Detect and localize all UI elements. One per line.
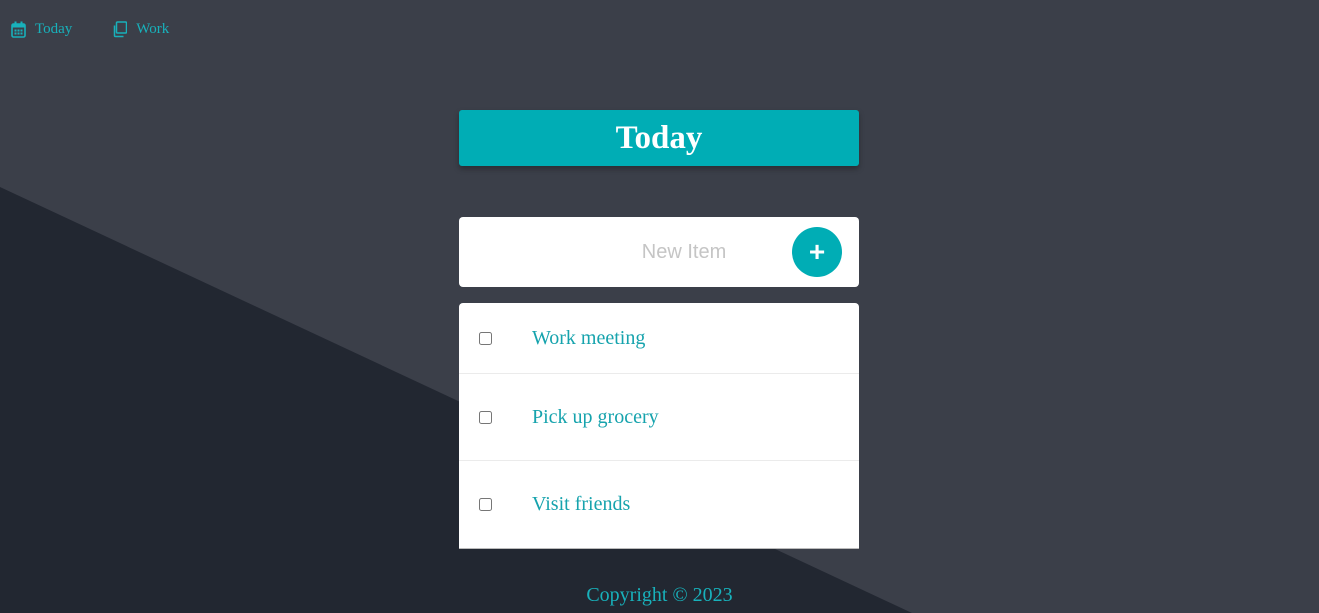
new-item-form: + — [459, 217, 859, 287]
new-item-input[interactable] — [559, 234, 809, 270]
list-title-box: Today — [459, 110, 859, 166]
nav-link-today[interactable]: Today — [11, 21, 72, 38]
footer: Copyright © 2023 — [0, 584, 1319, 607]
todo-list: Work meeting Pick up grocery Visit frien… — [459, 303, 859, 548]
top-nav: Today Work — [11, 21, 169, 38]
nav-link-work[interactable]: Work — [112, 21, 169, 38]
todo-item-label: Work meeting — [532, 326, 646, 349]
add-item-button[interactable]: + — [792, 227, 842, 277]
calendar-icon — [11, 21, 26, 38]
todo-checkbox[interactable] — [479, 410, 492, 424]
todo-item: Pick up grocery — [459, 374, 859, 461]
todo-item-label: Pick up grocery — [532, 405, 659, 428]
copyright-text: Copyright © 2023 — [586, 584, 733, 606]
todo-item: Visit friends — [459, 461, 859, 548]
list-title: Today — [615, 119, 703, 156]
copy-icon — [114, 21, 128, 38]
nav-link-label: Work — [136, 21, 170, 37]
todo-checkbox[interactable] — [479, 498, 492, 511]
nav-link-label: Today — [35, 21, 73, 37]
todo-item: Work meeting — [459, 303, 859, 374]
todo-checkbox[interactable] — [479, 331, 492, 345]
todo-item-label: Visit friends — [532, 493, 631, 515]
